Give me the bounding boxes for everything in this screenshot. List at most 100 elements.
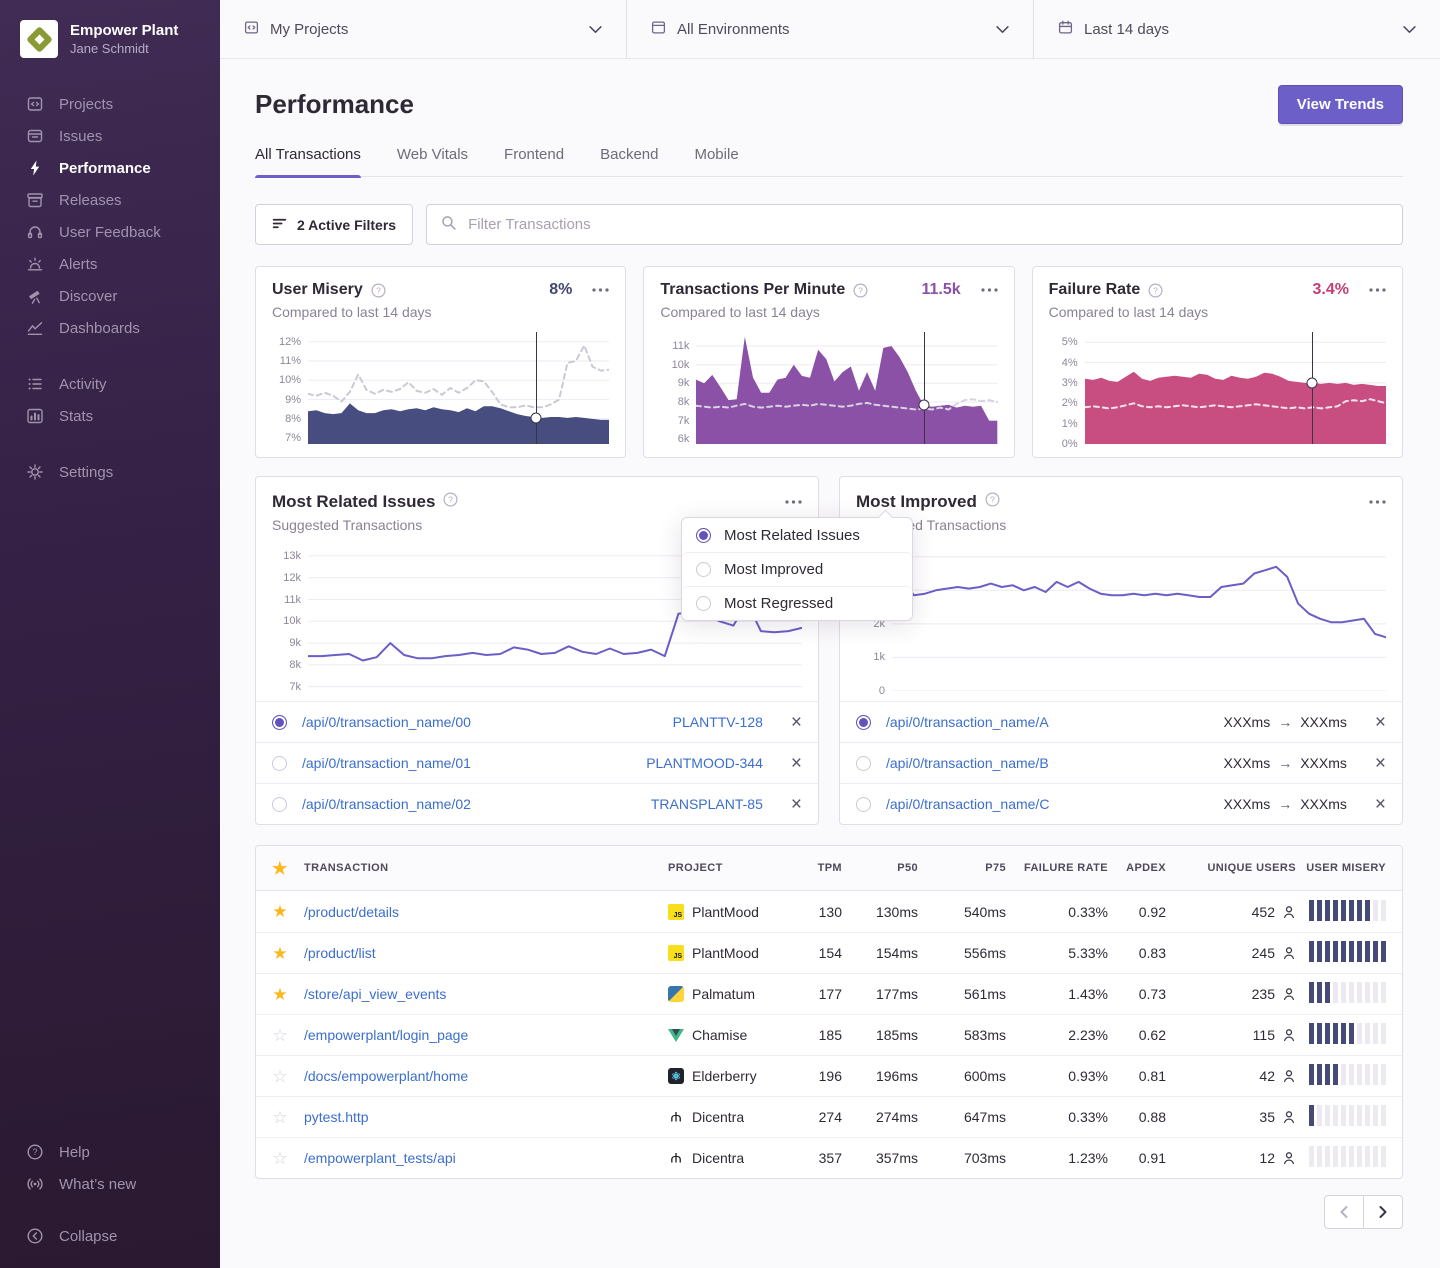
- search-input[interactable]: [466, 215, 1388, 234]
- card-title: Failure Rate: [1049, 281, 1141, 299]
- sidebar-item-what-s-new[interactable]: What’s new: [0, 1168, 220, 1200]
- previous-page-button[interactable]: [1324, 1195, 1364, 1229]
- radio-button[interactable]: [856, 756, 871, 771]
- sidebar-item-help[interactable]: ?Help: [0, 1136, 220, 1168]
- view-trends-button[interactable]: View Trends: [1278, 85, 1403, 124]
- sidebar-item-projects[interactable]: Projects: [0, 88, 220, 120]
- active-filters-button[interactable]: 2 Active Filters: [255, 204, 413, 245]
- star-icon[interactable]: ★: [256, 945, 304, 962]
- sidebar-item-label: Performance: [59, 160, 151, 177]
- menu-item-most-regressed[interactable]: Most Regressed: [682, 586, 912, 620]
- environment-selector[interactable]: All Environments: [626, 0, 1033, 58]
- p50-value: 196ms: [842, 1068, 918, 1084]
- transaction-link[interactable]: /api/0/transaction_name/A: [886, 714, 1209, 730]
- column-header-user-misery[interactable]: USER MISERY: [1296, 862, 1402, 874]
- issue-link[interactable]: TRANSPLANT-85: [651, 796, 763, 812]
- radio-button[interactable]: [272, 715, 287, 730]
- sidebar-item-performance[interactable]: Performance: [0, 152, 220, 184]
- transaction-link[interactable]: /store/api_view_events: [304, 986, 668, 1002]
- radio-button[interactable]: [856, 797, 871, 812]
- sidebar-item-activity[interactable]: Activity: [0, 368, 220, 400]
- radio-button[interactable]: [856, 715, 871, 730]
- radio-button[interactable]: [696, 528, 711, 543]
- js-project-icon: JS: [668, 945, 684, 961]
- help-icon[interactable]: ?: [985, 492, 1000, 512]
- close-icon[interactable]: ×: [791, 754, 802, 773]
- transaction-link[interactable]: /empowerplant_tests/api: [304, 1150, 668, 1166]
- p75-value: 540ms: [918, 904, 1006, 920]
- project-selector[interactable]: My Projects: [220, 0, 626, 58]
- card-menu-button[interactable]: [1369, 288, 1386, 292]
- star-icon[interactable]: ☆: [256, 1068, 304, 1085]
- close-icon[interactable]: ×: [1375, 713, 1386, 732]
- transaction-link[interactable]: /empowerplant/login_page: [304, 1027, 668, 1043]
- sidebar-item-dashboards[interactable]: Dashboards: [0, 312, 220, 344]
- close-icon[interactable]: ×: [1375, 795, 1386, 814]
- transaction-link[interactable]: /api/0/transaction_name/01: [302, 755, 631, 771]
- column-header-failure-rate[interactable]: FAILURE RATE: [1006, 862, 1108, 874]
- transaction-link[interactable]: /product/details: [304, 904, 668, 920]
- p50-value: 185ms: [842, 1027, 918, 1043]
- card-menu-button[interactable]: [1369, 500, 1386, 504]
- column-header-project[interactable]: PROJECT: [668, 862, 786, 874]
- org-switcher[interactable]: Empower Plant Jane Schmidt: [0, 20, 220, 58]
- transaction-link[interactable]: pytest.http: [304, 1109, 668, 1125]
- transaction-link[interactable]: /api/0/transaction_name/00: [302, 714, 658, 730]
- sidebar-item-settings[interactable]: Settings: [0, 456, 220, 488]
- radio-button[interactable]: [696, 562, 711, 577]
- tab-backend[interactable]: Backend: [600, 146, 658, 176]
- column-header-unique-users[interactable]: UNIQUE USERS: [1166, 862, 1296, 874]
- star-icon[interactable]: ☆: [256, 1150, 304, 1167]
- sidebar-item-issues[interactable]: Issues: [0, 120, 220, 152]
- daterange-selector[interactable]: Last 14 days: [1033, 0, 1440, 58]
- tab-web-vitals[interactable]: Web Vitals: [397, 146, 468, 176]
- transaction-link[interactable]: /docs/empowerplant/home: [304, 1068, 668, 1084]
- menu-item-most-related-issues[interactable]: Most Related Issues: [682, 518, 912, 552]
- star-icon[interactable]: ☆: [256, 1109, 304, 1126]
- column-header-p50[interactable]: P50: [842, 862, 918, 874]
- sidebar-item-releases[interactable]: Releases: [0, 184, 220, 216]
- unique-users-cell: 35: [1166, 1109, 1296, 1125]
- card-menu-button[interactable]: [592, 288, 609, 292]
- close-icon[interactable]: ×: [791, 795, 802, 814]
- sidebar-item-discover[interactable]: Discover: [0, 280, 220, 312]
- tab-all-transactions[interactable]: All Transactions: [255, 146, 361, 176]
- column-header-transaction[interactable]: TRANSACTION: [304, 862, 668, 874]
- card-menu-button[interactable]: [981, 288, 998, 292]
- next-page-button[interactable]: [1363, 1195, 1403, 1229]
- help-icon[interactable]: ?: [371, 283, 386, 298]
- transaction-link[interactable]: /api/0/transaction_name/B: [886, 755, 1209, 771]
- column-header-tpm[interactable]: TPM: [786, 862, 842, 874]
- user-misery-chart: 12%11%10%9%8%7%: [272, 332, 609, 444]
- transaction-link[interactable]: /api/0/transaction_name/02: [302, 796, 636, 812]
- close-icon[interactable]: ×: [791, 713, 802, 732]
- transaction-link[interactable]: /product/list: [304, 945, 668, 961]
- star-icon[interactable]: ☆: [256, 1027, 304, 1044]
- close-icon[interactable]: ×: [1375, 754, 1386, 773]
- menu-item-most-improved[interactable]: Most Improved: [682, 552, 912, 586]
- failure_rate-value: 1.43%: [1006, 986, 1108, 1002]
- help-icon[interactable]: ?: [853, 283, 868, 298]
- project-name: Dicentra: [692, 1150, 744, 1166]
- star-icon[interactable]: ★: [256, 903, 304, 920]
- issue-link[interactable]: PLANTMOOD-344: [646, 755, 763, 771]
- project-cell: Chamise: [668, 1027, 786, 1043]
- help-icon[interactable]: ?: [443, 492, 458, 512]
- sidebar-item-collapse[interactable]: Collapse: [0, 1220, 220, 1252]
- issue-link[interactable]: PLANTTV-128: [673, 714, 763, 730]
- sidebar-item-stats[interactable]: Stats: [0, 400, 220, 432]
- star-icon[interactable]: ★: [256, 986, 304, 1003]
- transaction-link[interactable]: /api/0/transaction_name/C: [886, 796, 1209, 812]
- help-icon[interactable]: ?: [1148, 283, 1163, 298]
- tab-frontend[interactable]: Frontend: [504, 146, 564, 176]
- tpm-value: 274: [786, 1109, 842, 1125]
- tab-mobile[interactable]: Mobile: [694, 146, 738, 176]
- radio-button[interactable]: [272, 797, 287, 812]
- sidebar-item-alerts[interactable]: Alerts: [0, 248, 220, 280]
- radio-button[interactable]: [272, 756, 287, 771]
- radio-button[interactable]: [696, 596, 711, 611]
- column-header-p75[interactable]: P75: [918, 862, 1006, 874]
- sidebar-item-user-feedback[interactable]: User Feedback: [0, 216, 220, 248]
- column-header-apdex[interactable]: APDEX: [1108, 862, 1166, 874]
- card-menu-button[interactable]: [785, 500, 802, 504]
